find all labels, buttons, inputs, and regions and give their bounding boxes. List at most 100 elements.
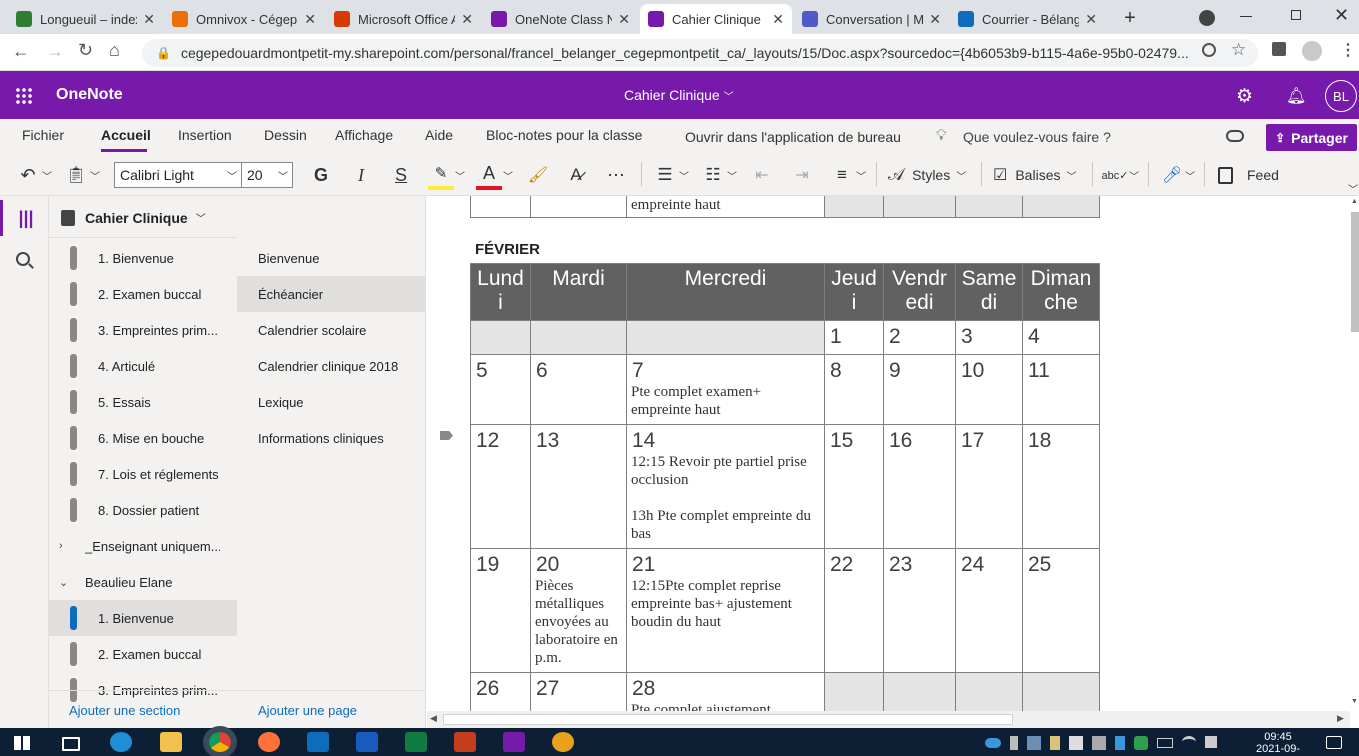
notifications-bell-icon[interactable]: 🔔︎ bbox=[1286, 86, 1306, 106]
day-cell[interactable] bbox=[530, 320, 627, 355]
day-cell[interactable]: 3 bbox=[955, 320, 1023, 355]
browser-tab[interactable]: Omnivox - Cégep ✕ bbox=[164, 4, 324, 34]
sunflower-app-icon[interactable] bbox=[552, 732, 574, 752]
dictate-microphone-icon[interactable]: 🎤︎ bbox=[1162, 160, 1182, 190]
windows-start-icon[interactable] bbox=[14, 736, 30, 750]
day-cell[interactable]: 8 bbox=[824, 354, 884, 425]
tab-fichier[interactable]: Fichier bbox=[22, 127, 64, 143]
url-bar[interactable]: 🔒 cegepedouardmontpetit-my.sharepoint.co… bbox=[142, 39, 1258, 67]
tell-me-input[interactable]: Que voulez-vous faire ? bbox=[963, 129, 1111, 145]
day-cell[interactable]: 17 bbox=[955, 424, 1023, 549]
day-cell[interactable]: 20 Pièces métalliques envoyées au laborat… bbox=[530, 548, 627, 673]
day-cell[interactable]: 27 bbox=[530, 672, 627, 711]
section-item[interactable]: 5. Essais bbox=[49, 384, 237, 420]
styles-button[interactable]: 𝒜 Styles ﹀ bbox=[888, 160, 974, 190]
browser-tab[interactable]: Courrier - Bélang ✕ bbox=[950, 4, 1105, 34]
numbered-list-dropdown-icon[interactable]: ﹀ bbox=[726, 160, 738, 190]
day-cell[interactable] bbox=[955, 672, 1023, 711]
tags-button[interactable]: ☑ Balises ﹀ bbox=[993, 160, 1085, 190]
close-tab-icon[interactable]: ✕ bbox=[304, 11, 316, 28]
day-cell[interactable]: 22 bbox=[824, 548, 884, 673]
undo-dropdown-icon[interactable]: ﹀ bbox=[40, 160, 54, 190]
clipboard-dropdown-icon[interactable]: ﹀ bbox=[88, 160, 102, 190]
tab-insertion[interactable]: Insertion bbox=[178, 127, 232, 143]
day-cell[interactable]: 10 bbox=[955, 354, 1023, 425]
scroll-right-icon[interactable]: ▶ bbox=[1337, 713, 1344, 724]
app-name[interactable]: OneNote bbox=[56, 86, 123, 104]
day-cell[interactable]: 14 12:15 Revoir pte partiel prise occlusi… bbox=[626, 424, 825, 549]
day-cell[interactable]: 13 bbox=[530, 424, 627, 549]
feed-button[interactable]: Feed bbox=[1218, 160, 1288, 190]
forward-icon[interactable]: → bbox=[46, 41, 64, 62]
tab-search-icon[interactable] bbox=[1199, 10, 1215, 26]
back-icon[interactable]: ← bbox=[12, 41, 30, 62]
section-item[interactable]: 2. Examen buccal bbox=[49, 276, 237, 312]
section-group-expanded[interactable]: ⌄ Beaulieu Elane bbox=[49, 564, 237, 600]
day-cell[interactable] bbox=[1022, 672, 1100, 711]
open-desktop-app-link[interactable]: Ouvrir dans l'application de bureau bbox=[685, 129, 901, 145]
star-icon[interactable]: ☆ bbox=[1231, 40, 1246, 60]
day-cell[interactable]: 1 bbox=[824, 320, 884, 355]
horizontal-scrollbar[interactable]: ◀ ▶ bbox=[427, 711, 1350, 728]
bold-button[interactable]: G bbox=[309, 160, 333, 190]
scroll-down-icon[interactable]: ▼ bbox=[1351, 698, 1358, 705]
bullet-list-dropdown-icon[interactable]: ﹀ bbox=[678, 160, 690, 190]
day-cell[interactable]: 26 bbox=[470, 672, 531, 711]
day-cell[interactable]: 15 bbox=[824, 424, 884, 549]
day-cell[interactable]: 5 bbox=[470, 354, 531, 425]
page-item[interactable]: Calendrier scolaire bbox=[237, 312, 425, 348]
browser-tab[interactable]: Microsoft Office A ✕ bbox=[326, 4, 481, 34]
eye-off-icon[interactable] bbox=[1202, 43, 1216, 57]
tab-bloc-notes-classe[interactable]: Bloc-notes pour la classe bbox=[486, 127, 642, 143]
browser-tab[interactable]: Longueuil – index ✕ bbox=[8, 4, 163, 34]
clipboard-icon[interactable]: 📋︎ bbox=[64, 160, 88, 190]
section-item[interactable]: 1. Bienvenue bbox=[49, 600, 237, 636]
decrease-indent-icon[interactable]: ⇤ bbox=[750, 160, 774, 190]
reload-icon[interactable]: ↻ bbox=[78, 40, 93, 61]
close-tab-icon[interactable]: ✕ bbox=[929, 11, 941, 28]
day-cell[interactable]: 18 bbox=[1022, 424, 1100, 549]
minimize-icon[interactable] bbox=[1240, 16, 1252, 17]
browser-tab[interactable]: Conversation | Mi ✕ bbox=[794, 4, 949, 34]
task-view-icon[interactable] bbox=[62, 737, 80, 751]
dictate-dropdown-icon[interactable]: ﹀ bbox=[1184, 160, 1196, 190]
italic-button[interactable]: I bbox=[349, 160, 373, 190]
font-name-select[interactable]: Calibri Light ﹀ bbox=[114, 162, 242, 188]
day-cell[interactable]: 23 bbox=[883, 548, 956, 673]
align-icon[interactable]: ≡ bbox=[830, 160, 854, 190]
highlighter-dropdown-icon[interactable]: ﹀ bbox=[454, 160, 466, 190]
day-cell[interactable]: 11 bbox=[1022, 354, 1100, 425]
section-item[interactable]: 6. Mise en bouche bbox=[49, 420, 237, 456]
avatar[interactable]: BL bbox=[1325, 80, 1357, 112]
day-cell[interactable]: 16 bbox=[883, 424, 956, 549]
font-color-dropdown-icon[interactable]: ﹀ bbox=[502, 160, 514, 190]
tab-accueil[interactable]: Accueil bbox=[101, 127, 151, 143]
browser-menu-icon[interactable]: ⋮ bbox=[1340, 40, 1356, 60]
section-item[interactable]: 8. Dossier patient bbox=[49, 492, 237, 528]
align-dropdown-icon[interactable]: ﹀ bbox=[855, 160, 867, 190]
day-cell[interactable]: 7 Pte complet examen+ empreinte haut bbox=[626, 354, 825, 425]
page-item[interactable]: Bienvenue bbox=[237, 240, 425, 276]
day-cell[interactable] bbox=[883, 672, 956, 711]
day-cell[interactable]: 25 bbox=[1022, 548, 1100, 673]
day-cell[interactable] bbox=[470, 320, 531, 355]
profile-icon[interactable] bbox=[1302, 41, 1322, 61]
ribbon-collapse-icon[interactable]: ﹀ bbox=[1348, 181, 1358, 196]
day-cell[interactable]: 12 bbox=[470, 424, 531, 549]
close-window-icon[interactable]: ✕ bbox=[1334, 5, 1349, 26]
day-cell[interactable] bbox=[824, 672, 884, 711]
day-cell[interactable]: 19 bbox=[470, 548, 531, 673]
numbered-list-icon[interactable]: ☷ bbox=[701, 160, 725, 190]
more-options-icon[interactable]: ⋯ bbox=[603, 160, 629, 190]
day-cell[interactable]: 6 bbox=[530, 354, 627, 425]
day-cell[interactable] bbox=[626, 320, 825, 355]
format-painter-icon[interactable]: 🖌︎ bbox=[526, 160, 550, 190]
browser-tab[interactable]: OneNote Class N ✕ bbox=[483, 4, 638, 34]
app-launcher-icon[interactable] bbox=[15, 87, 33, 105]
paragraph-handle-icon[interactable] bbox=[440, 431, 453, 440]
scroll-left-icon[interactable]: ◀ bbox=[430, 713, 437, 724]
section-item[interactable]: 1. Bienvenue bbox=[49, 240, 237, 276]
outlook-icon[interactable] bbox=[307, 732, 329, 752]
restore-icon[interactable] bbox=[1291, 10, 1301, 20]
notebook-title-dropdown[interactable]: Cahier Clinique ﹀ bbox=[624, 87, 734, 103]
